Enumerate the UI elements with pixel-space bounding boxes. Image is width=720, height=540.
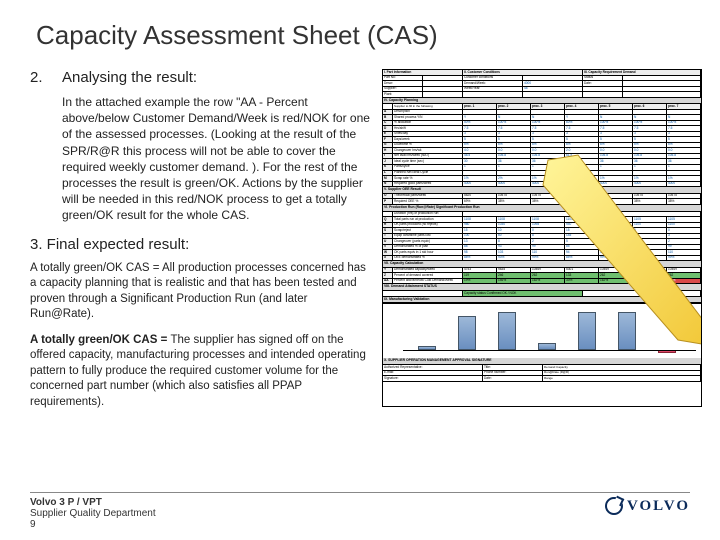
- volvo-logo-text: VOLVO: [627, 498, 690, 515]
- analysing-heading: Analysing the result:: [62, 69, 370, 86]
- left-column: 2. Analysing the result: In the attached…: [30, 69, 370, 420]
- analysing-body: In the attached example the row "AA - Pe…: [62, 94, 370, 224]
- footer: Volvo 3 P / VPT Supplier Quality Departm…: [30, 492, 690, 530]
- cas-sheet: I. Part InformationII. Customer Conditio…: [382, 69, 702, 407]
- final-heading: 3. Final expected result:: [30, 236, 370, 253]
- final-lead: A totally green/OK CAS =: [30, 334, 170, 346]
- footer-line1: Volvo 3 P / VPT: [30, 497, 156, 508]
- final-body-2: A totally green/OK CAS = The supplier ha…: [30, 333, 370, 411]
- footer-page: 9: [30, 519, 156, 530]
- demand-chart: [383, 303, 701, 358]
- final-body-1: A totally green/OK CAS = All production …: [30, 261, 370, 323]
- volvo-logo: VOLVO: [605, 497, 690, 515]
- right-column: I. Part InformationII. Customer Conditio…: [382, 69, 690, 420]
- volvo-iron-mark-icon: [605, 497, 623, 515]
- footer-line2: Supplier Quality Department: [30, 508, 156, 519]
- section-number: 2.: [30, 69, 46, 224]
- slide-title: Capacity Assessment Sheet (CAS): [36, 20, 690, 51]
